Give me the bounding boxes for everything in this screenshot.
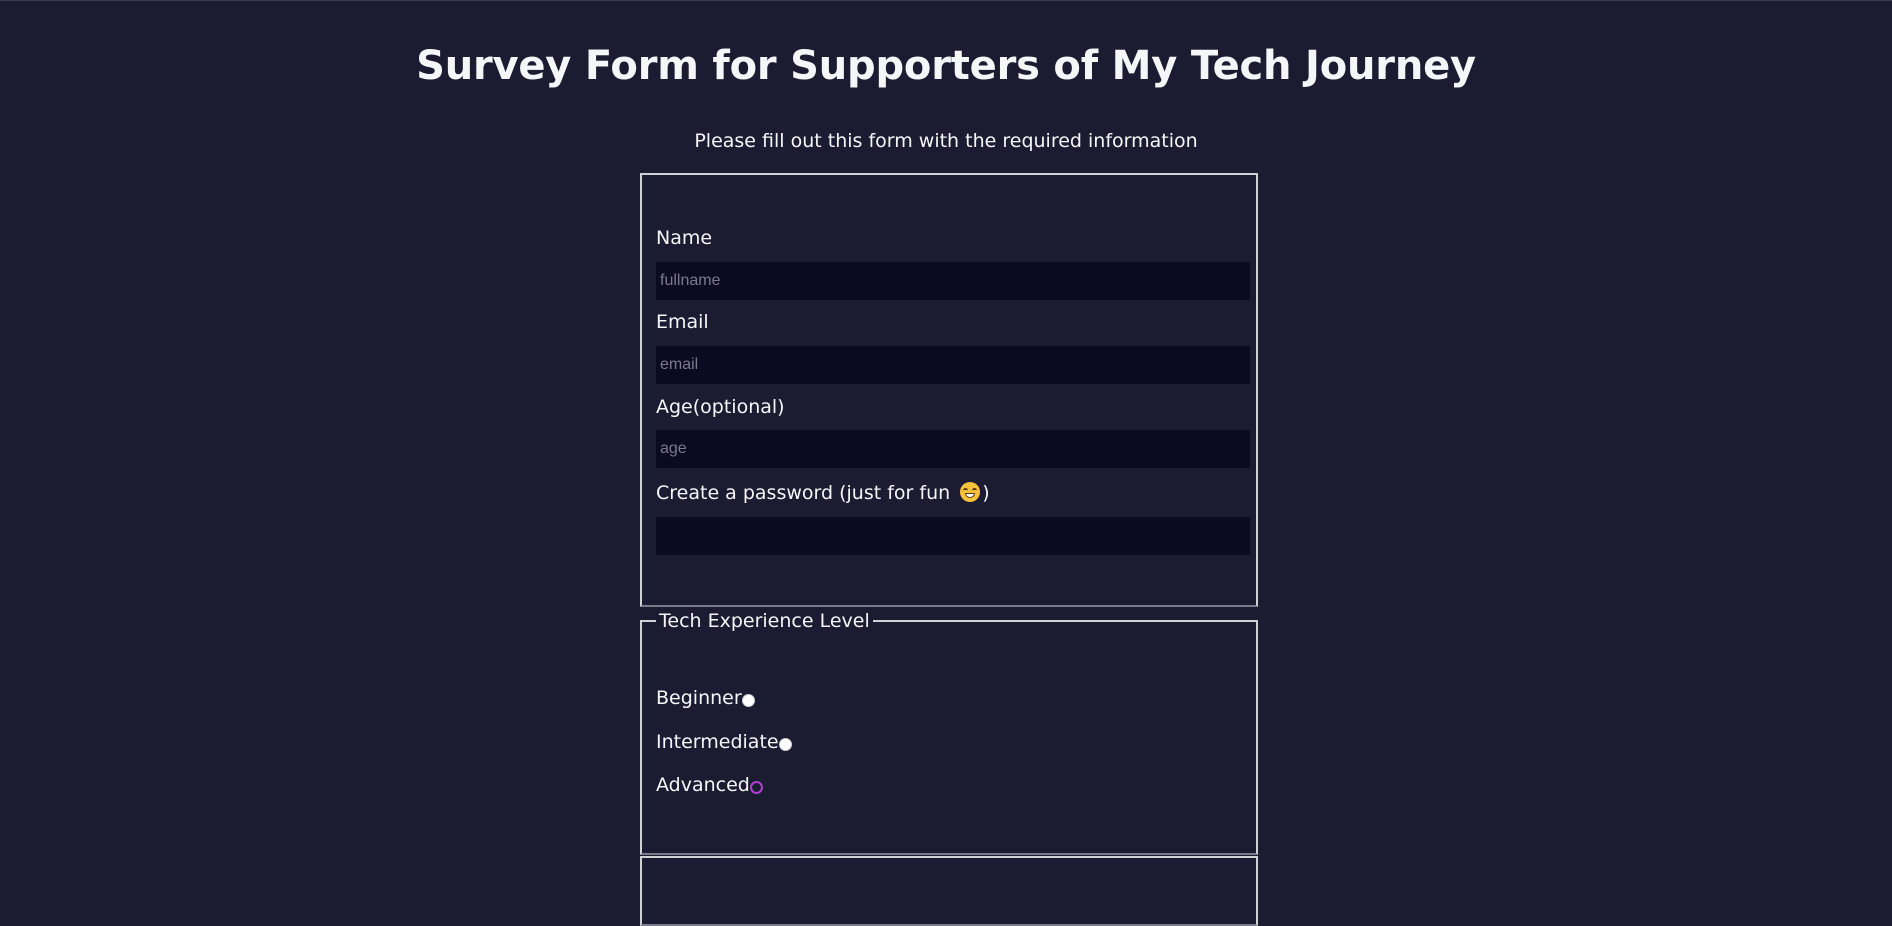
experience-legend: Tech Experience Level xyxy=(656,609,873,633)
password-input[interactable] xyxy=(656,517,1250,555)
radio-advanced-circle[interactable] xyxy=(749,780,763,794)
page-title: Survey Form for Supporters of My Tech Jo… xyxy=(416,43,1476,89)
grinning-face-icon xyxy=(960,482,981,502)
age-input[interactable] xyxy=(656,430,1250,468)
page-description: Please fill out this form with the requi… xyxy=(694,130,1198,152)
radio-beginner-circle[interactable] xyxy=(741,693,755,707)
radio-beginner[interactable]: Beginner xyxy=(656,686,755,710)
radio-intermediate-circle[interactable] xyxy=(778,737,792,751)
name-label: Name xyxy=(656,227,713,249)
password-label-close: ) xyxy=(982,482,990,504)
next-fieldset xyxy=(640,856,1258,926)
radio-advanced[interactable]: Advanced xyxy=(656,773,763,797)
radio-beginner-label: Beginner xyxy=(656,687,742,709)
password-label: Create a password (just for fun ) xyxy=(656,481,990,505)
top-divider xyxy=(0,0,1892,1)
age-label: Age(optional) xyxy=(656,396,785,418)
radio-advanced-label: Advanced xyxy=(656,774,750,796)
password-label-text: Create a password (just for fun xyxy=(656,482,957,504)
email-input[interactable] xyxy=(656,346,1250,384)
radio-intermediate[interactable]: Intermediate xyxy=(656,730,792,754)
email-label: Email xyxy=(656,311,709,333)
radio-intermediate-label: Intermediate xyxy=(656,731,779,753)
name-input[interactable] xyxy=(656,262,1250,300)
